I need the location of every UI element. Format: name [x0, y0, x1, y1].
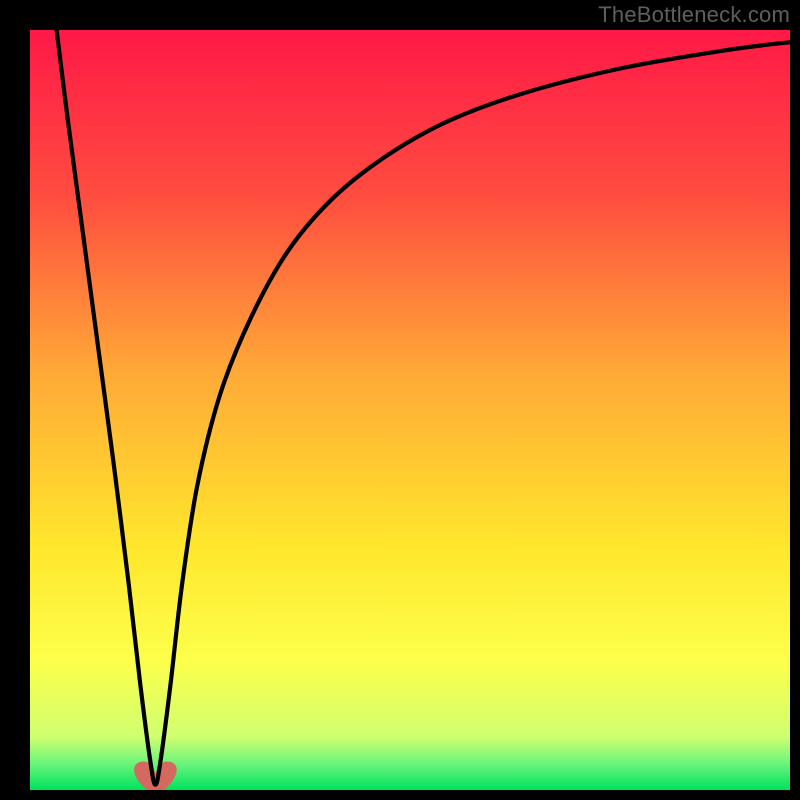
- chart-svg: [0, 0, 800, 800]
- gradient-background: [30, 30, 790, 790]
- chart-stage: TheBottleneck.com: [0, 0, 800, 800]
- watermark-text: TheBottleneck.com: [598, 2, 790, 28]
